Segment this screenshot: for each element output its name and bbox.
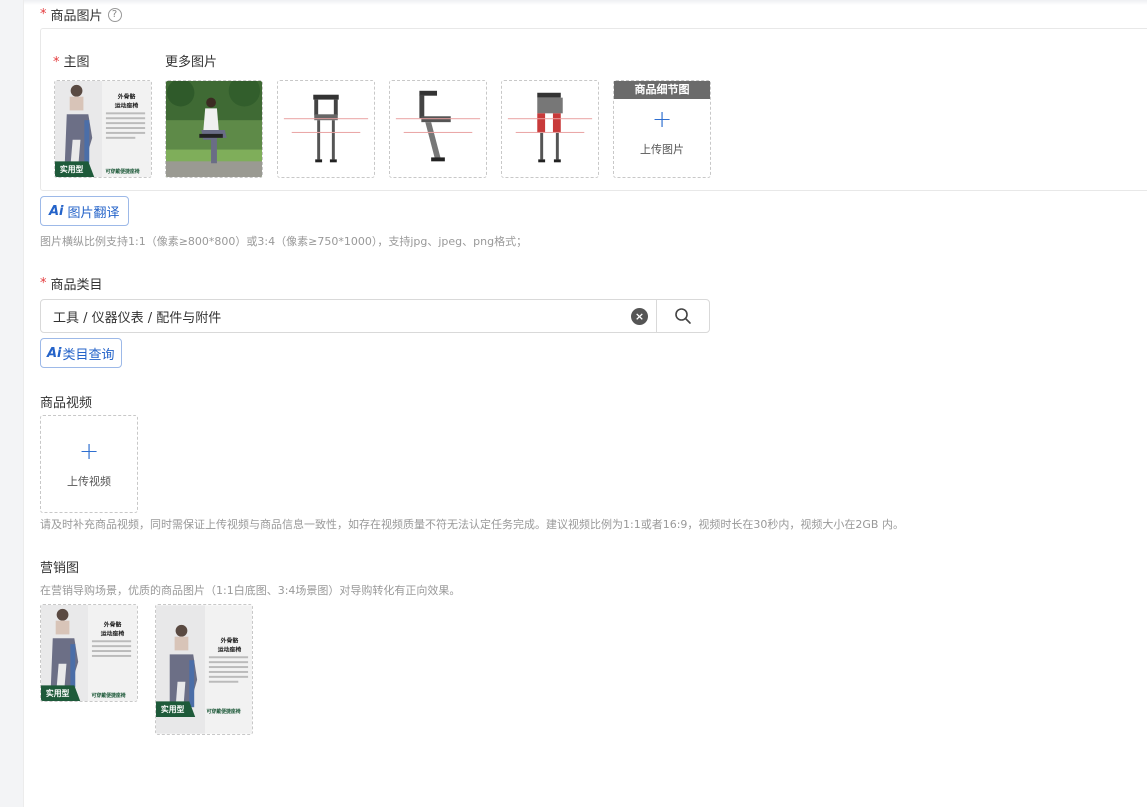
more-image-3[interactable] [389, 80, 487, 178]
plus-icon: + [651, 105, 673, 133]
thumb-badge: 实用型 [161, 704, 185, 714]
upload-image-text: 上传图片 [640, 143, 684, 156]
marketing-portrait-image[interactable]: 外骨骼 运动座椅 实用型 可穿戴便捷座椅 [155, 604, 253, 735]
video-upload[interactable]: + 上传视频 [40, 415, 138, 513]
thumb-tagline: 可穿戴便捷座椅 [207, 708, 241, 715]
category-value[interactable]: 工具 / 仪器仪表 / 配件与附件 [41, 307, 631, 326]
thumb-headline2: 运动座椅 [115, 101, 139, 109]
detail-image-upload[interactable]: 商品细节图 + 上传图片 [613, 80, 711, 178]
exoskeleton-front-picture [278, 81, 374, 177]
marketing-square-image[interactable]: 外骨骼 运动座椅 实用型 可穿戴便捷座椅 [40, 604, 138, 702]
category-search-button[interactable] [656, 300, 709, 332]
category-input[interactable]: 工具 / 仪器仪表 / 配件与附件 × [40, 299, 710, 333]
marketing-square-picture: 外骨骼 运动座椅 实用型 可穿戴便捷座椅 [41, 605, 137, 701]
thumb-badge: 实用型 [60, 164, 84, 174]
thumb-headline2: 运动座椅 [218, 645, 242, 653]
thumb-headline1: 外骨骼 [118, 93, 136, 101]
exoskeleton-side-picture [390, 81, 486, 177]
ai-logo-icon: Ai [49, 203, 64, 219]
thumb-tagline: 可穿戴便捷座椅 [106, 168, 140, 175]
more-image-4[interactable] [501, 80, 599, 178]
thumb-badge: 实用型 [46, 688, 70, 698]
marketing-portrait-picture: 外骨骼 运动座椅 实用型 可穿戴便捷座椅 [156, 605, 252, 734]
top-divider [24, 0, 1147, 5]
required-mark: * [40, 7, 47, 22]
ai-category-label: 类目查询 [62, 347, 115, 363]
more-image-1[interactable] [165, 80, 263, 178]
required-mark: * [40, 276, 47, 291]
product-images-label: * 商品图片 ? [40, 5, 122, 24]
more-images-label: 更多图片 [165, 55, 218, 70]
image-hint: 图片横纵比例支持1:1（像素≥800*800）或3:4（像素≥750*1000）… [40, 235, 528, 248]
ai-translate-label: 图片翻译 [67, 205, 120, 221]
required-mark: * [53, 55, 60, 70]
thumb-tagline: 可穿戴便捷座椅 [92, 692, 126, 699]
video-hint: 请及时补充商品视频，同时需保证上传视频与商品信息一致性，如存在视频质量不符无法认… [40, 518, 904, 531]
category-title: 商品类目 [50, 278, 103, 293]
thumb-headline1: 外骨骼 [104, 621, 122, 629]
left-rail [0, 0, 24, 807]
detail-image-header: 商品细节图 [614, 81, 710, 99]
upload-video-text: 上传视频 [67, 475, 111, 488]
category-label: * 商品类目 [40, 274, 103, 293]
marketing-label: 营销图 [40, 561, 80, 576]
clear-icon[interactable]: × [631, 307, 648, 325]
ai-category-button[interactable]: Ai 类目查询 [40, 338, 122, 368]
main-image-label: * 主图 [53, 55, 90, 70]
thumb-headline2: 运动座椅 [101, 629, 125, 637]
thumb-headline1: 外骨骼 [221, 637, 239, 645]
video-label: 商品视频 [40, 396, 93, 411]
plus-icon: + [78, 437, 100, 465]
search-icon [675, 308, 691, 324]
main-image-picture: 外骨骼 运动座椅 实用型 可穿戴便捷座椅 [55, 81, 151, 177]
more-image-2[interactable] [277, 80, 375, 178]
marketing-hint: 在营销导购场景，优质的商品图片（1:1白底图、3:4场景图）对导购转化有正向效果… [40, 584, 461, 597]
ai-logo-icon: Ai [47, 345, 62, 361]
ai-translate-button[interactable]: Ai 图片翻译 [40, 196, 129, 226]
exoskeleton-red-picture [502, 81, 598, 177]
product-images-title: 商品图片 [50, 9, 103, 24]
outdoor-photo [166, 81, 262, 177]
help-icon[interactable]: ? [107, 7, 122, 22]
product-images-panel: * 主图 更多图片 外骨骼 运动座椅 实用型 可穿戴便捷座椅 商品细节图 + 上… [40, 28, 1147, 191]
main-image-thumb[interactable]: 外骨骼 运动座椅 实用型 可穿戴便捷座椅 [54, 80, 152, 178]
